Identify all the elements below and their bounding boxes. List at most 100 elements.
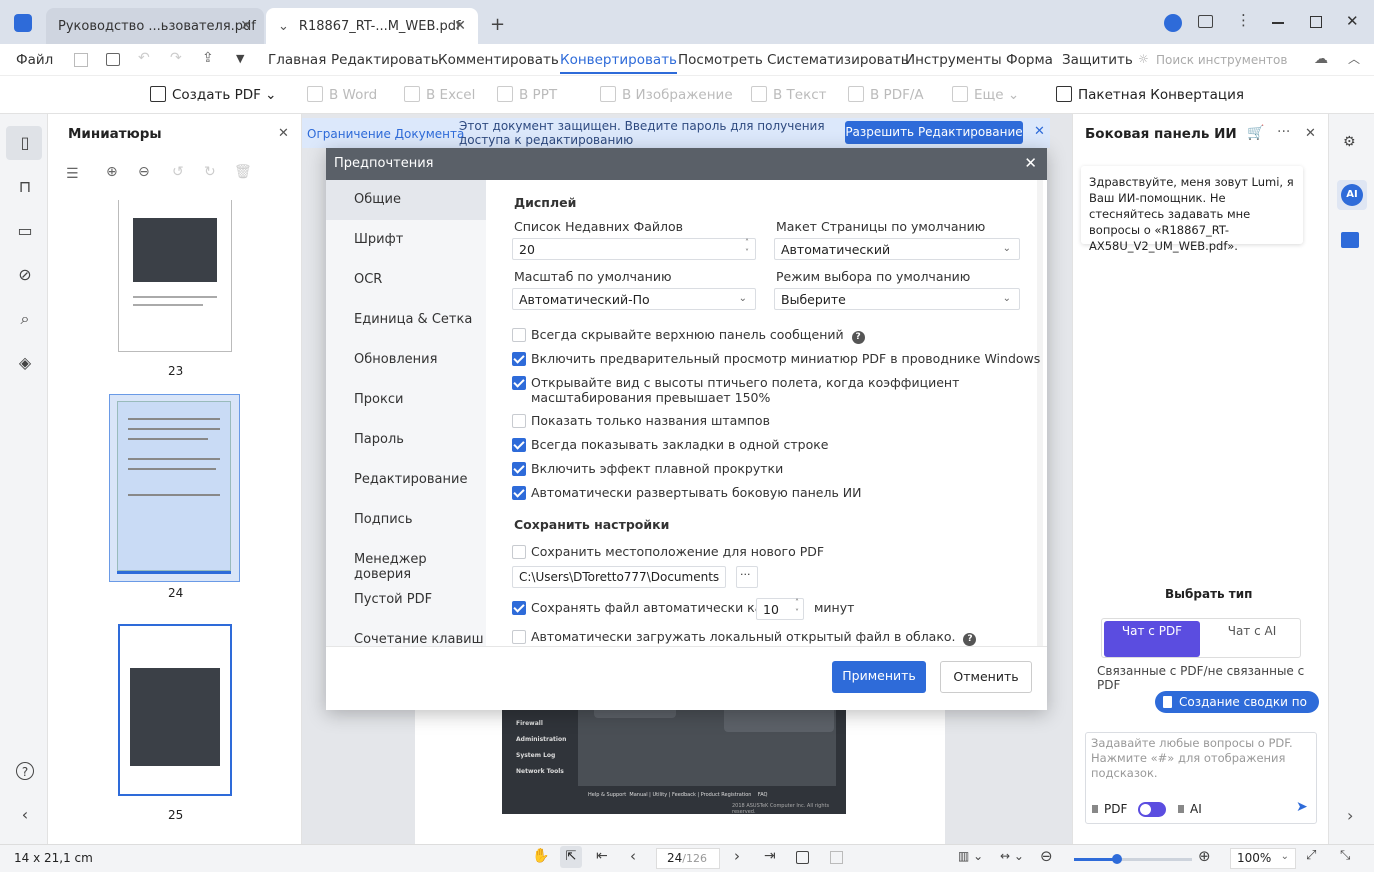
thumbnail-preview-checkbox[interactable] bbox=[512, 352, 526, 366]
bookmarks-single-line-checkbox[interactable] bbox=[512, 438, 526, 452]
feedback-icon[interactable] bbox=[1198, 15, 1213, 28]
ai-input-box[interactable]: Задавайте любые вопросы о PDF. Нажмите «… bbox=[1085, 732, 1317, 824]
menu-comment[interactable]: Комментировать bbox=[438, 52, 559, 68]
new-tab-icon[interactable]: + bbox=[490, 14, 505, 35]
menu-home[interactable]: Главная bbox=[268, 52, 326, 68]
menu-convert[interactable]: Конвертировать bbox=[560, 52, 678, 74]
zoom-out-icon[interactable]: ⊖ bbox=[1040, 847, 1053, 865]
nav-general[interactable]: Общие bbox=[354, 192, 401, 207]
nav-shortcuts[interactable]: Сочетание клавиш bbox=[354, 632, 483, 647]
save-path-input[interactable]: C:\Users\DToretto777\Documents bbox=[512, 566, 726, 588]
attachment-icon[interactable]: ⊘ bbox=[16, 266, 34, 284]
rotate-left-icon[interactable]: ↺ bbox=[172, 164, 184, 180]
birds-eye-checkbox[interactable] bbox=[512, 376, 526, 390]
menu-organize[interactable]: Систематизировать bbox=[767, 52, 909, 68]
redo-icon[interactable]: ↷ bbox=[170, 50, 182, 66]
close-icon[interactable]: ✕ bbox=[278, 126, 289, 141]
zoom-slider-knob[interactable] bbox=[1112, 854, 1122, 864]
nav-proxy[interactable]: Прокси bbox=[354, 392, 403, 407]
to-pdfa-button[interactable]: В PDF/A bbox=[848, 86, 924, 103]
recent-files-stepper[interactable]: 20 ˄ ˅ bbox=[512, 238, 756, 260]
smooth-scroll-checkbox[interactable] bbox=[512, 462, 526, 476]
save-icon[interactable] bbox=[74, 53, 88, 67]
cart-icon[interactable]: 🛒 bbox=[1247, 125, 1264, 141]
tool-search-input[interactable]: Поиск инструментов bbox=[1156, 53, 1287, 67]
close-icon[interactable]: ✕ bbox=[1305, 126, 1316, 141]
maximize-icon[interactable] bbox=[1310, 16, 1322, 28]
close-icon[interactable]: ✕ bbox=[1034, 124, 1045, 139]
rotate-icon[interactable] bbox=[796, 851, 809, 864]
summary-button[interactable]: Создание сводки по PDF bbox=[1155, 691, 1319, 731]
menu-tools[interactable]: Инструменты bbox=[905, 52, 1002, 68]
zoom-select[interactable]: 100% ⌄ bbox=[1230, 848, 1296, 869]
chevron-right-icon[interactable]: › bbox=[1347, 806, 1353, 825]
more-button[interactable]: Еще ⌄ bbox=[952, 86, 1019, 103]
close-icon[interactable]: ✕ bbox=[1024, 154, 1037, 172]
help-icon[interactable]: ? bbox=[963, 633, 977, 646]
to-text-button[interactable]: В Текст bbox=[751, 86, 827, 103]
thumbnail-page-23[interactable] bbox=[118, 200, 232, 352]
chat-pdf-option[interactable]: Чат с PDF bbox=[1104, 621, 1200, 657]
bookmark-icon[interactable]: ⊓ bbox=[16, 178, 34, 196]
settings-sliders-icon[interactable]: ⚙ bbox=[1343, 134, 1356, 150]
first-page-icon[interactable]: ⇤ bbox=[596, 848, 608, 864]
hand-tool-icon[interactable]: ✋ bbox=[532, 848, 549, 864]
more-icon[interactable]: ··· bbox=[1277, 124, 1290, 140]
nav-signature[interactable]: Подпись bbox=[354, 512, 412, 527]
cloud-upload-icon[interactable]: ☁ bbox=[1314, 51, 1328, 67]
auto-expand-ai-checkbox[interactable] bbox=[512, 486, 526, 500]
zoom-in-icon[interactable]: ⊕ bbox=[106, 164, 118, 180]
page-icon[interactable]: ▯ bbox=[16, 134, 34, 152]
menu-file[interactable]: Файл bbox=[16, 52, 53, 68]
close-icon[interactable]: ✕ bbox=[240, 18, 252, 34]
to-excel-button[interactable]: В Excel bbox=[404, 86, 475, 103]
more-icon[interactable]: ⋮ bbox=[1236, 11, 1251, 29]
dialog-scrollbar[interactable] bbox=[1037, 180, 1043, 646]
tab-r18867[interactable]: ⌄ R18867_RT-...M_WEB.pdf ✕ bbox=[266, 8, 478, 44]
nav-updates[interactable]: Обновления bbox=[354, 352, 437, 367]
delete-icon[interactable]: 🗑 bbox=[234, 164, 252, 180]
help-icon[interactable]: ? bbox=[851, 331, 865, 344]
close-icon[interactable]: ✕ bbox=[454, 18, 466, 34]
minimize-icon[interactable] bbox=[1272, 22, 1284, 24]
nav-trust-manager[interactable]: Менеджер доверия bbox=[354, 552, 486, 582]
close-window-icon[interactable]: ✕ bbox=[1346, 12, 1359, 30]
ai-assistant-icon[interactable]: AI bbox=[1337, 180, 1367, 210]
translate-icon[interactable] bbox=[1341, 232, 1359, 248]
save-location-checkbox[interactable] bbox=[512, 545, 526, 559]
hide-message-bar-checkbox[interactable] bbox=[512, 328, 526, 342]
nav-password[interactable]: Пароль bbox=[354, 432, 404, 447]
batch-convert-button[interactable]: Пакетная Конвертация bbox=[1056, 86, 1244, 103]
rotate-right-icon[interactable]: ↻ bbox=[204, 164, 216, 180]
pdf-ai-toggle[interactable] bbox=[1138, 802, 1166, 817]
select-tool-icon[interactable]: ⇱ bbox=[560, 846, 582, 868]
quick-access-icon[interactable]: ▼ bbox=[236, 52, 244, 65]
cancel-button[interactable]: Отменить bbox=[940, 661, 1032, 693]
zoom-in-icon[interactable]: ⊕ bbox=[1198, 847, 1211, 865]
nav-ocr[interactable]: OCR bbox=[354, 272, 382, 287]
collapse-icon[interactable]: ⤡ bbox=[1340, 848, 1350, 863]
send-icon[interactable]: ➤ bbox=[1296, 799, 1308, 815]
chat-ai-option[interactable]: Чат с AI bbox=[1206, 621, 1298, 657]
menu-view[interactable]: Посмотреть bbox=[678, 52, 763, 68]
page-layout-select[interactable]: Автоматический ⌄ bbox=[774, 238, 1020, 260]
to-ppt-button[interactable]: В PPT bbox=[497, 86, 557, 103]
page-number-input[interactable]: 24/126 bbox=[656, 848, 720, 869]
browse-button[interactable]: ··· bbox=[736, 566, 758, 588]
share-icon[interactable]: ⇪ bbox=[202, 50, 214, 66]
thumbnail-page-24-selected[interactable] bbox=[109, 394, 240, 582]
print-icon[interactable] bbox=[106, 53, 120, 66]
nav-editing[interactable]: Редактирование bbox=[354, 472, 467, 487]
help-icon[interactable]: ? bbox=[16, 762, 34, 780]
fit-width-icon[interactable]: ↔ ⌄ bbox=[1000, 849, 1024, 863]
cloud-upload-checkbox[interactable] bbox=[512, 630, 526, 644]
undo-icon[interactable]: ↶ bbox=[138, 50, 150, 66]
create-pdf-button[interactable]: Создать PDF ⌄ bbox=[150, 86, 277, 103]
next-page-icon[interactable]: › bbox=[734, 847, 740, 865]
nav-blank-pdf[interactable]: Пустой PDF bbox=[354, 592, 432, 607]
page-layout-icon[interactable]: ▥ ⌄ bbox=[958, 849, 983, 863]
nav-font[interactable]: Шрифт bbox=[354, 232, 403, 247]
fullscreen-icon[interactable]: ⤢ bbox=[1306, 848, 1316, 863]
menu-icon[interactable]: ☰ bbox=[66, 166, 79, 182]
zoom-out-icon[interactable]: ⊖ bbox=[138, 164, 150, 180]
